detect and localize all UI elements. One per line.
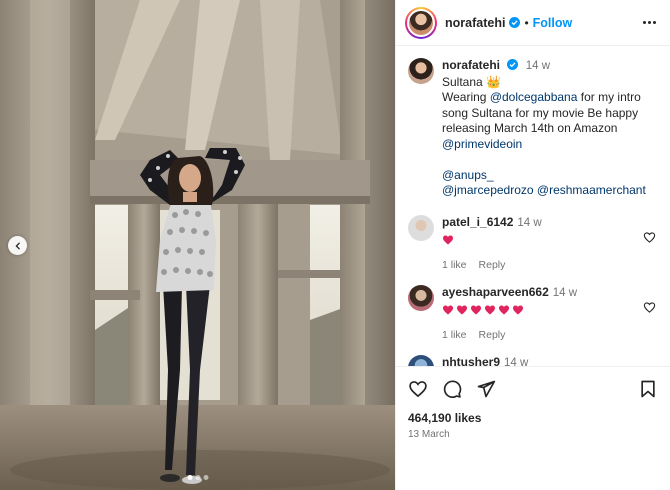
- carousel-prev-button[interactable]: [8, 236, 27, 255]
- verified-badge-icon: [507, 59, 519, 70]
- red-heart-icon: [485, 305, 495, 314]
- post-header: norafatehi • Follow: [396, 0, 670, 46]
- commenter-avatar[interactable]: [408, 214, 434, 241]
- comment-time[interactable]: 14 w: [517, 217, 541, 229]
- caption-text: Wearing: [442, 90, 490, 104]
- red-heart-icon: [457, 305, 467, 314]
- mention-link[interactable]: @primevideoin: [442, 137, 660, 153]
- caption-title: Sultana 👑: [442, 74, 501, 89]
- caption-username[interactable]: norafatehi: [442, 58, 500, 72]
- author-avatar[interactable]: [405, 6, 437, 39]
- red-heart-icon: [443, 305, 453, 314]
- heart-outline-icon[interactable]: [643, 301, 656, 314]
- follow-button[interactable]: Follow: [533, 16, 573, 30]
- comment-text: [442, 234, 660, 246]
- carousel-dot: [187, 475, 192, 480]
- commenter-username[interactable]: ayeshaparveen662: [442, 285, 549, 299]
- carousel-dot: [195, 475, 200, 480]
- reply-button[interactable]: Reply: [479, 258, 506, 273]
- comment-text: [442, 304, 660, 316]
- share-send-icon[interactable]: [476, 379, 496, 399]
- commenter-username[interactable]: nhtusher9: [442, 355, 500, 367]
- photo-scene: [0, 0, 395, 490]
- commenter-avatar[interactable]: [408, 284, 434, 311]
- carousel-dots: [187, 475, 208, 480]
- carousel-dot: [203, 475, 208, 480]
- comment-likes[interactable]: 1 like: [442, 328, 467, 343]
- red-heart-icon: [471, 305, 481, 314]
- mention-link[interactable]: @reshmaamerchant: [537, 183, 646, 197]
- post-actions: 464,190 likes 13 March: [396, 366, 670, 490]
- post-dialog: norafatehi • Follow norafatehi 14 w Sult…: [0, 0, 670, 490]
- like-heart-icon[interactable]: [408, 379, 428, 399]
- reply-button[interactable]: Reply: [479, 328, 506, 343]
- commenter-avatar[interactable]: [408, 354, 434, 366]
- post-photo[interactable]: [0, 0, 395, 490]
- red-heart-icon: [513, 305, 523, 314]
- caption-time[interactable]: 14 w: [526, 60, 550, 72]
- red-heart-icon: [499, 305, 509, 314]
- comment-item: patel_i_6142 14 w 1 like Reply: [408, 214, 660, 273]
- commenter-username[interactable]: patel_i_6142: [442, 215, 513, 229]
- comments-list[interactable]: norafatehi 14 w Sultana 👑 Wearing @dolce…: [396, 46, 670, 366]
- post-caption: norafatehi 14 w Sultana 👑 Wearing @dolce…: [408, 58, 660, 199]
- mention-link[interactable]: @jmarcepedrozo: [442, 183, 534, 197]
- red-heart-icon: [443, 235, 453, 244]
- bookmark-save-icon[interactable]: [638, 379, 658, 399]
- verified-badge-icon: [509, 17, 521, 28]
- comment-bubble-icon[interactable]: [442, 379, 462, 399]
- comment-time[interactable]: 14 w: [553, 287, 577, 299]
- caption-avatar[interactable]: [408, 58, 434, 84]
- post-date[interactable]: 13 March: [408, 429, 658, 440]
- mention-link[interactable]: @dolcegabbana: [490, 90, 578, 104]
- chevron-left-icon: [14, 242, 20, 249]
- author-username[interactable]: norafatehi: [445, 16, 505, 30]
- post-side-panel: norafatehi • Follow norafatehi 14 w Sult…: [395, 0, 670, 490]
- comment-time[interactable]: 14 w: [504, 357, 528, 367]
- mention-link[interactable]: @anups_: [442, 168, 660, 184]
- more-options-icon[interactable]: [639, 17, 660, 28]
- comment-item: nhtusher9 14 w: [408, 354, 660, 367]
- header-separator: •: [524, 15, 529, 30]
- likes-count[interactable]: 464,190 likes: [408, 411, 658, 425]
- heart-outline-icon[interactable]: [643, 231, 656, 244]
- comment-likes[interactable]: 1 like: [442, 258, 467, 273]
- comment-item: ayeshaparveen662 14 w 1 like Reply: [408, 284, 660, 343]
